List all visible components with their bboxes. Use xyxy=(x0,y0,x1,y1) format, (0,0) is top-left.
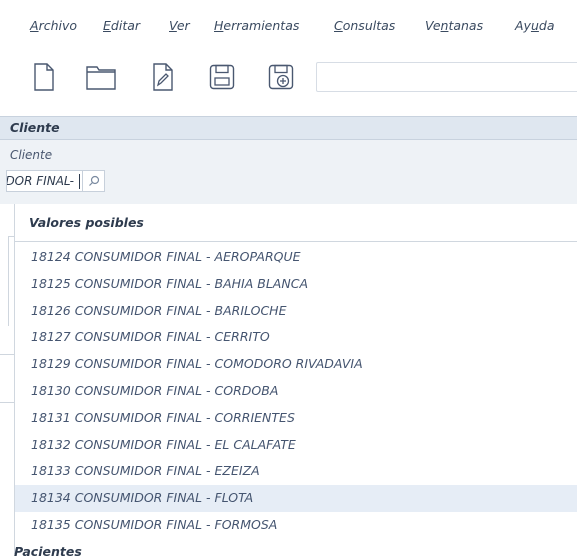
open-folder-button[interactable] xyxy=(86,60,116,94)
dropdown-option[interactable]: 18135 CONSUMIDOR FINAL - FORMOSA xyxy=(15,512,577,539)
background-divider xyxy=(0,354,14,355)
menu-editar[interactable]: Editar xyxy=(103,18,140,33)
text-caret xyxy=(79,174,80,189)
toolbar-search-input[interactable] xyxy=(316,62,577,92)
dropdown-option-highlighted[interactable]: 18134 CONSUMIDOR FINAL - FLOTA xyxy=(15,485,577,512)
save-add-button[interactable] xyxy=(266,60,296,94)
menu-archivo[interactable]: Archivo xyxy=(30,18,77,33)
background-divider xyxy=(8,236,9,326)
dropdown-header-title: Valores posibles xyxy=(29,215,144,230)
cliente-input[interactable]: CONSUMIDOR FINAL- xyxy=(6,170,83,192)
edit-icon xyxy=(153,63,173,91)
menu-herramientas[interactable]: Herramientas xyxy=(214,18,299,33)
dropdown-option[interactable]: 18127 CONSUMIDOR FINAL - CERRITO xyxy=(15,324,577,351)
search-icon xyxy=(88,175,99,186)
dropdown-option[interactable]: 18126 CONSUMIDOR FINAL - BARILOCHE xyxy=(15,298,577,325)
menu-ver[interactable]: Ver xyxy=(169,18,190,33)
save-add-icon xyxy=(268,64,294,90)
dropdown-option[interactable]: 18132 CONSUMIDOR FINAL - EL CALAFATE xyxy=(15,432,577,459)
dropdown-option[interactable]: 18133 CONSUMIDOR FINAL - EZEIZA xyxy=(15,458,577,485)
dropdown-option[interactable]: 18129 CONSUMIDOR FINAL - COMODORO RIVADA… xyxy=(15,351,577,378)
cliente-section-title: Cliente xyxy=(10,120,60,135)
dropdown-option[interactable]: 18124 CONSUMIDOR FINAL - AEROPARQUE xyxy=(15,244,577,271)
cliente-input-value: CONSUMIDOR FINAL- xyxy=(6,174,74,188)
save-icon xyxy=(209,64,235,90)
folder-icon xyxy=(86,66,116,90)
menu-ventanas[interactable]: Ventanas xyxy=(425,18,483,33)
cliente-panel: Cliente CONSUMIDOR FINAL- xyxy=(0,140,577,204)
dropdown-option[interactable]: 18131 CONSUMIDOR FINAL - CORRIENTES xyxy=(15,405,577,432)
cliente-field-label: Cliente xyxy=(10,148,53,162)
possible-values-dropdown: Valores posibles 18124 CONSUMIDOR FINAL … xyxy=(14,204,577,554)
next-section-title: Pacientes xyxy=(14,544,82,559)
background-panel xyxy=(0,204,14,554)
save-button[interactable] xyxy=(207,60,237,94)
cliente-section-header: Cliente xyxy=(0,116,577,140)
cliente-search-button[interactable] xyxy=(83,170,105,192)
menu-bar: Archivo Editar Ver Herramientas Consulta… xyxy=(0,0,577,44)
edit-button[interactable] xyxy=(148,60,178,94)
menu-ayuda[interactable]: Ayuda xyxy=(515,18,555,33)
new-file-icon xyxy=(34,63,54,91)
dropdown-option[interactable]: 18125 CONSUMIDOR FINAL - BAHIA BLANCA xyxy=(15,271,577,298)
new-file-button[interactable] xyxy=(29,60,59,94)
menu-consultas[interactable]: Consultas xyxy=(334,18,395,33)
dropdown-header: Valores posibles xyxy=(15,204,577,242)
dropdown-option[interactable]: 18130 CONSUMIDOR FINAL - CORDOBA xyxy=(15,378,577,405)
background-divider xyxy=(0,402,14,403)
dropdown-list: 18124 CONSUMIDOR FINAL - AEROPARQUE 1812… xyxy=(15,244,577,539)
